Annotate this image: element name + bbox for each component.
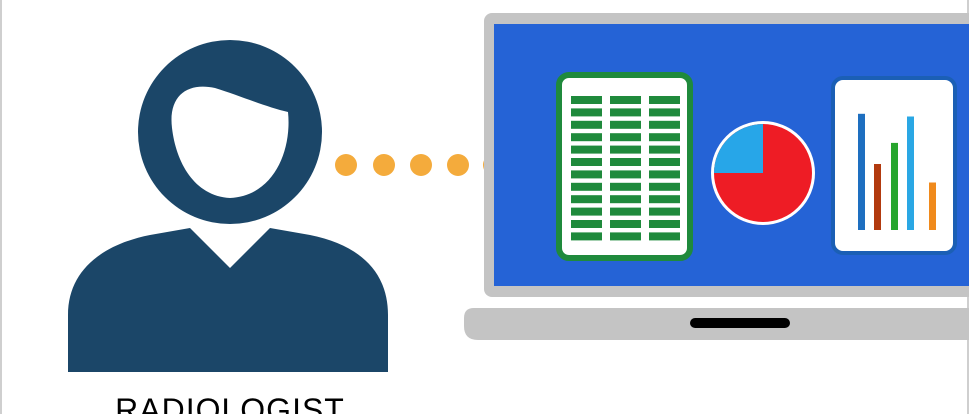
person-icon bbox=[68, 40, 388, 372]
arrow-dot bbox=[447, 154, 469, 176]
bar bbox=[874, 164, 881, 230]
spreadsheet-cell bbox=[610, 182, 641, 191]
bar bbox=[891, 142, 898, 230]
spreadsheet-cell bbox=[571, 120, 602, 129]
laptop-trackpad-slot bbox=[690, 318, 790, 328]
spreadsheet-cell bbox=[610, 133, 641, 142]
spreadsheet-cell bbox=[649, 133, 680, 142]
spreadsheet-cell bbox=[649, 195, 680, 204]
person-body bbox=[68, 228, 388, 372]
spreadsheet-icon bbox=[556, 72, 693, 261]
spreadsheet-cell bbox=[571, 220, 602, 228]
spreadsheet-cell bbox=[610, 120, 641, 129]
role-label: RADIOLOGIST bbox=[115, 392, 345, 414]
spreadsheet-cell bbox=[571, 170, 602, 179]
spreadsheet-cell bbox=[649, 170, 680, 179]
bar bbox=[929, 182, 936, 230]
spreadsheet-cell bbox=[571, 133, 602, 142]
spreadsheet-cell bbox=[571, 232, 602, 241]
spreadsheet-cell bbox=[610, 220, 641, 228]
pie-chart-icon bbox=[711, 121, 815, 225]
spreadsheet-cell bbox=[610, 195, 641, 204]
spreadsheet-cell bbox=[649, 108, 680, 117]
spreadsheet-cell bbox=[610, 170, 641, 179]
arrow-dot bbox=[373, 154, 395, 176]
spreadsheet-cell bbox=[571, 158, 602, 166]
spreadsheet-cell bbox=[571, 182, 602, 191]
spreadsheet-cell bbox=[649, 220, 680, 228]
spreadsheet-cell bbox=[649, 120, 680, 129]
spreadsheet-cell bbox=[571, 145, 602, 154]
bar bbox=[907, 116, 914, 230]
spreadsheet-cell bbox=[649, 232, 680, 241]
arrow-dot bbox=[335, 154, 357, 176]
spreadsheet-cell bbox=[571, 108, 602, 117]
spreadsheet-cell bbox=[610, 207, 641, 216]
spreadsheet-cell bbox=[649, 96, 680, 104]
spreadsheet-cell bbox=[649, 182, 680, 191]
radiologist-diagram bbox=[68, 13, 969, 372]
spreadsheet-cell bbox=[610, 145, 641, 154]
arrow-dot bbox=[410, 154, 432, 176]
spreadsheet-cell bbox=[649, 158, 680, 166]
spreadsheet-cell bbox=[649, 145, 680, 154]
spreadsheet-cell bbox=[571, 96, 602, 104]
spreadsheet-cell bbox=[610, 158, 641, 166]
spreadsheet-cell bbox=[610, 108, 641, 117]
spreadsheet-cell bbox=[571, 195, 602, 204]
spreadsheet-cell bbox=[649, 207, 680, 216]
bar-chart-icon bbox=[831, 76, 957, 255]
bar bbox=[858, 113, 865, 230]
spreadsheet-cell bbox=[610, 232, 641, 241]
spreadsheet-cell bbox=[610, 96, 641, 104]
spreadsheet-cell bbox=[571, 207, 602, 216]
